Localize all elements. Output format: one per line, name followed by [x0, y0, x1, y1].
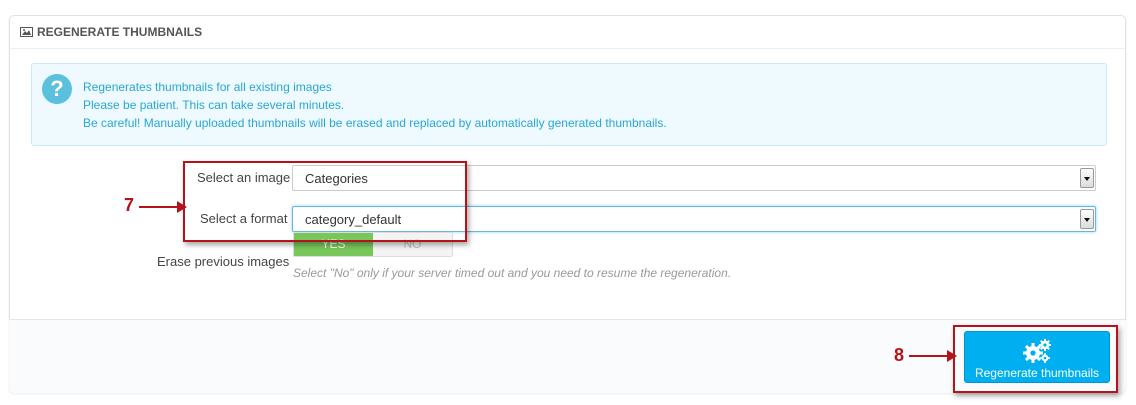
callout-number-8: 8 [894, 345, 905, 365]
alert-line-1: Regenerates thumbnails for all existing … [83, 80, 332, 94]
callout-number-7: 7 [124, 195, 135, 215]
chevron-down-icon[interactable] [1080, 168, 1094, 188]
callout-arrow-8 [909, 350, 957, 362]
callout-box-7 [183, 161, 467, 242]
alert-line-2: Please be patient. This can take several… [83, 98, 345, 112]
panel-heading: REGENERATE THUMBNAILS [10, 16, 1125, 49]
question-circle-icon: ? [42, 74, 72, 104]
chevron-down-icon[interactable] [1080, 209, 1094, 229]
info-alert: ? Regenerates thumbnails for all existin… [31, 63, 1107, 146]
erase-images-label: Erase previous images [157, 254, 290, 269]
svg-text:?: ? [50, 76, 63, 101]
image-icon [20, 27, 33, 37]
erase-help-text: Select "No" only if your server timed ou… [293, 266, 732, 280]
callout-box-8 [953, 325, 1118, 393]
callout-arrow-7 [139, 201, 187, 213]
alert-line-3: Be careful! Manually uploaded thumbnails… [83, 116, 667, 130]
panel-title: REGENERATE THUMBNAILS [37, 25, 203, 39]
